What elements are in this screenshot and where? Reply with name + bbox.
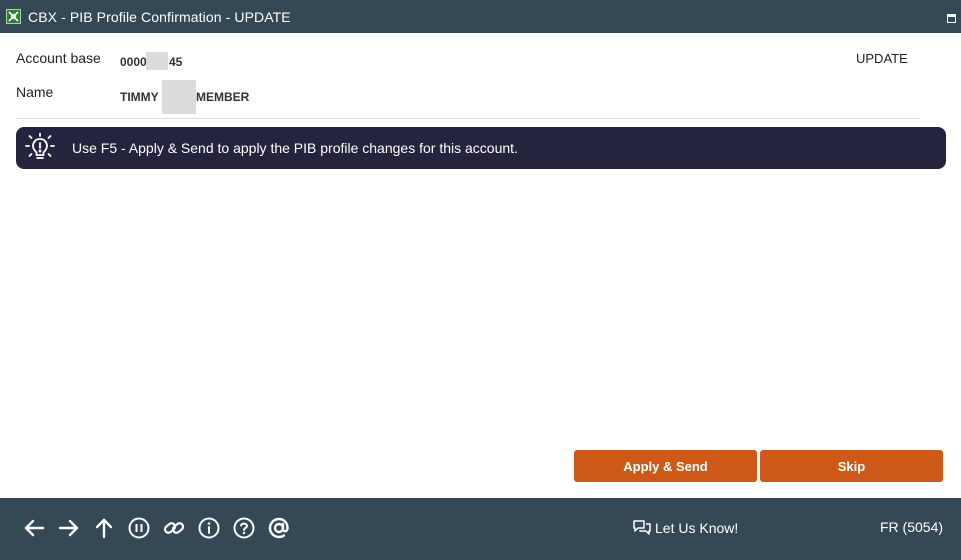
pause-icon[interactable] <box>127 516 151 540</box>
account-base-value-suffix: 45 <box>169 55 183 69</box>
chat-icon <box>633 520 651 535</box>
account-base-label: Account base <box>16 50 101 66</box>
account-base-redaction <box>146 52 168 70</box>
name-value-prefix: TIMMY <box>120 90 159 104</box>
help-icon[interactable] <box>232 516 256 540</box>
lightbulb-icon <box>25 133 55 159</box>
forward-arrow-icon[interactable] <box>57 516 81 540</box>
mode-label: UPDATE <box>856 51 908 66</box>
name-value-suffix: MEMBER <box>196 90 250 104</box>
account-base-value-prefix: 0000 <box>120 55 147 69</box>
skip-button[interactable]: Skip <box>760 450 943 482</box>
let-us-know-label: Let Us Know! <box>655 520 739 536</box>
at-icon[interactable] <box>267 516 291 540</box>
footer-bar: Let Us Know! FR (5054) <box>0 498 961 560</box>
info-icon[interactable] <box>197 516 221 540</box>
app-logo-icon <box>6 9 21 24</box>
name-label: Name <box>16 84 54 100</box>
apply-send-button[interactable]: Apply & Send <box>574 450 757 482</box>
maximize-icon[interactable] <box>947 14 956 23</box>
header-divider <box>16 118 920 119</box>
name-redaction <box>162 80 196 114</box>
window-title: CBX - PIB Profile Confirmation - UPDATE <box>28 8 291 25</box>
let-us-know-link[interactable]: Let Us Know! <box>632 519 738 537</box>
back-arrow-icon[interactable] <box>22 516 46 540</box>
link-icon[interactable] <box>162 516 186 540</box>
up-arrow-icon[interactable] <box>92 516 116 540</box>
info-banner: Use F5 - Apply & Send to apply the PIB p… <box>16 127 946 169</box>
title-bar: CBX - PIB Profile Confirmation - UPDATE <box>0 0 961 33</box>
environment-label: FR (5054) <box>880 519 944 535</box>
banner-message: Use F5 - Apply & Send to apply the PIB p… <box>72 140 518 156</box>
